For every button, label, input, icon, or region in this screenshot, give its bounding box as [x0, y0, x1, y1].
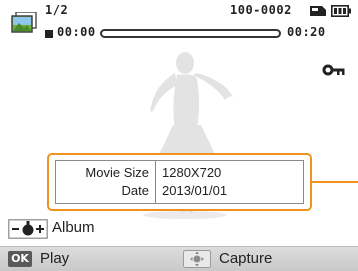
image-counter: 1/2 [45, 3, 69, 17]
movie-size-label: Movie Size [85, 165, 149, 180]
date-value: 2013/01/01 [162, 183, 228, 198]
playback-progress-bar [100, 29, 281, 38]
camera-playback-screen: 1/2 100-0002 00:00 00:20 Movie Size 1280… [0, 0, 358, 271]
movie-info-table: Movie Size 1280X720 Date 2013/01/01 [55, 160, 304, 204]
date-label: Date [121, 183, 149, 198]
info-row-movie-size: Movie Size 1280X720 [56, 165, 303, 183]
bottom-hint-bar: OK Play Capture [0, 246, 358, 271]
callout-leader-line [312, 181, 358, 183]
navigation-button-icon[interactable] [183, 250, 211, 268]
ok-button[interactable]: OK [8, 251, 32, 267]
album-label: Album [52, 219, 95, 236]
stop-icon [45, 30, 53, 38]
total-time: 00:20 [287, 25, 326, 39]
capture-label: Capture [219, 250, 273, 267]
memory-card-icon [310, 6, 326, 16]
file-number: 100-0002 [230, 3, 292, 17]
protect-key-icon [322, 64, 345, 76]
info-row-date: Date 2013/01/01 [56, 183, 303, 201]
movie-thumbnail-icon [11, 12, 37, 33]
battery-icon [331, 5, 351, 17]
movie-size-value: 1280X720 [162, 165, 222, 180]
play-label: Play [40, 250, 70, 267]
zoom-lever-icon [8, 219, 48, 239]
current-time: 00:00 [57, 25, 96, 39]
movie-info-panel: Movie Size 1280X720 Date 2013/01/01 [47, 153, 312, 211]
